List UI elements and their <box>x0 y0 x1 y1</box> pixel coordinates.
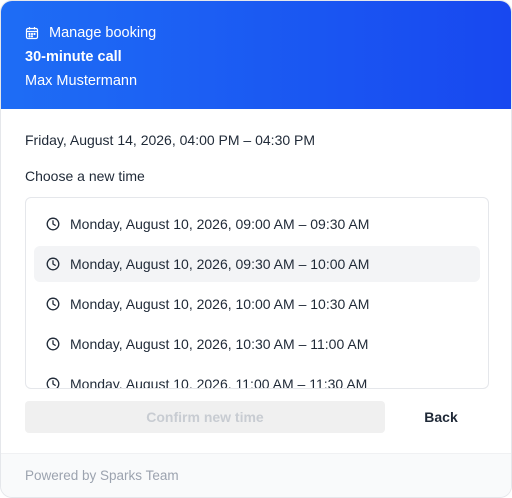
clock-icon <box>46 257 60 271</box>
manage-booking-title: Manage booking <box>49 25 157 41</box>
back-button[interactable]: Back <box>401 401 481 433</box>
booking-card: Manage booking 30-minute call Max Muster… <box>0 0 512 498</box>
time-slot-label: Monday, August 10, 2026, 09:30 AM – 10:0… <box>70 256 370 272</box>
header-title-row: Manage booking <box>25 23 487 43</box>
event-name: 30-minute call <box>25 49 122 65</box>
time-slot-label: Monday, August 10, 2026, 09:00 AM – 09:3… <box>70 216 370 232</box>
clock-icon <box>46 337 60 351</box>
time-slot-list[interactable]: Monday, August 10, 2026, 09:00 AM – 09:3… <box>25 197 489 389</box>
confirm-new-time-button[interactable]: Confirm new time <box>25 401 385 433</box>
calendar-icon <box>25 26 39 40</box>
clock-icon <box>46 377 60 388</box>
booking-body: Friday, August 14, 2026, 04:00 PM – 04:3… <box>1 131 511 433</box>
time-slot-label: Monday, August 10, 2026, 11:00 AM – 11:3… <box>70 376 368 389</box>
attendee-name: Max Mustermann <box>25 73 138 89</box>
time-slot-label: Monday, August 10, 2026, 10:30 AM – 11:0… <box>70 336 369 352</box>
time-slot-option[interactable]: Monday, August 10, 2026, 09:30 AM – 10:0… <box>34 246 480 282</box>
booking-actions: Confirm new time Back <box>25 401 487 433</box>
time-slot-option[interactable]: Monday, August 10, 2026, 09:00 AM – 09:3… <box>34 206 480 242</box>
powered-by-text: Powered by Sparks Team <box>25 468 179 483</box>
time-slot-label: Monday, August 10, 2026, 10:00 AM – 10:3… <box>70 296 370 312</box>
current-booking-time: Friday, August 14, 2026, 04:00 PM – 04:3… <box>25 132 316 148</box>
choose-time-label: Choose a new time <box>25 168 145 184</box>
time-slot-option[interactable]: Monday, August 10, 2026, 10:00 AM – 10:3… <box>34 286 480 322</box>
footer: Powered by Sparks Team <box>1 453 511 497</box>
time-slot-container: Monday, August 10, 2026, 09:00 AM – 09:3… <box>26 198 488 389</box>
time-slot-option[interactable]: Monday, August 10, 2026, 10:30 AM – 11:0… <box>34 326 480 362</box>
clock-icon <box>46 217 60 231</box>
clock-icon <box>46 297 60 311</box>
booking-header: Manage booking 30-minute call Max Muster… <box>1 1 511 109</box>
time-slot-option[interactable]: Monday, August 10, 2026, 11:00 AM – 11:3… <box>34 366 480 389</box>
